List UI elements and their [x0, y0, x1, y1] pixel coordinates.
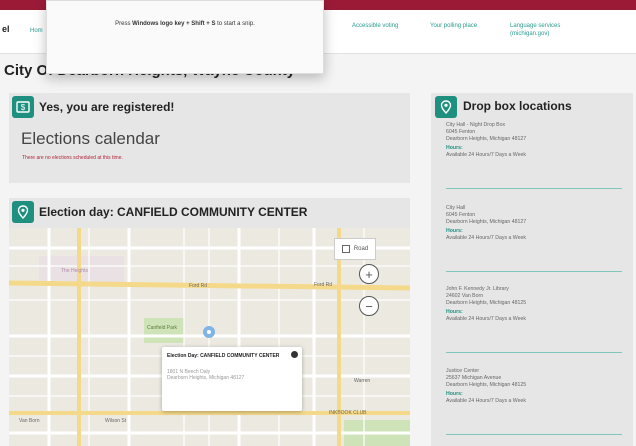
divider: [446, 188, 622, 189]
zoom-out-button[interactable]: −: [359, 296, 379, 316]
map-label: Warren: [354, 378, 371, 384]
map-layer-icon: [341, 245, 350, 253]
location-hours: Available 24 Hours/7 Days a Week: [446, 316, 526, 322]
location-street: 6045 Fenton: [446, 129, 476, 135]
location-street: 25637 Michigan Avenue: [446, 375, 502, 381]
hours-label: Hours:: [446, 228, 463, 234]
snip-tip-suffix: to start a snip.: [215, 21, 255, 27]
registration-status-heading: Yes, you are registered!: [39, 100, 175, 114]
zoom-in-button[interactable]: +: [359, 264, 379, 284]
location-city: Dearborn Heights, Michigan 48125: [446, 300, 527, 306]
popup-city-line: Dearborn Heights, Michigan 48127: [167, 375, 245, 381]
map-type-label: Road: [353, 246, 369, 252]
dropbox-location: City Hall 6045 Fenton Dearborn Heights, …: [446, 205, 626, 272]
location-name: City Hall: [446, 205, 466, 211]
location-city: Dearborn Heights, Michigan 48127: [446, 219, 527, 225]
dropbox-heading: Drop box locations: [463, 99, 572, 113]
map-label: Ford Rd: [314, 282, 333, 288]
map-info-popup: Election Day: CANFIELD COMMUNITY CENTER …: [162, 347, 302, 411]
map-label: Canfield Park: [147, 325, 178, 331]
nav-item-language-services[interactable]: Language services (michigan.gov): [510, 22, 590, 38]
polling-place-map[interactable]: The Heights Ford Rd Ford Rd Canfield Par…: [9, 228, 410, 446]
popup-title: Election Day: CANFIELD COMMUNITY CENTER: [167, 353, 280, 359]
dropbox-location: John F. Kennedy Jr. Library 24602 Van Bo…: [446, 286, 626, 353]
map-label: Van Born: [19, 418, 40, 424]
election-day-heading: Election day: CANFIELD COMMUNITY CENTER: [39, 205, 308, 219]
registration-card: $ Yes, you are registered! Elections cal…: [9, 93, 410, 183]
site-logo[interactable]: el: [2, 24, 10, 34]
map-label: The Heights: [61, 268, 88, 274]
location-street: 6045 Fenton: [446, 212, 476, 218]
map-label: Wilson St: [105, 418, 127, 424]
map-label: INKBOOK CLUB: [329, 410, 367, 416]
divider: [446, 352, 622, 353]
location-name: John F. Kennedy Jr. Library: [446, 286, 509, 292]
location-city: Dearborn Heights, Michigan 48127: [446, 136, 527, 142]
dropbox-location: City Hall - Night Drop Box 6045 Fenton D…: [446, 122, 626, 189]
location-street: 24602 Van Born: [446, 293, 484, 299]
location-hours: Available 24 Hours/7 Days a Week: [446, 235, 526, 241]
location-pin-icon: [435, 96, 457, 118]
map-type-button[interactable]: Road: [334, 238, 376, 260]
calendar-title: Elections calendar: [21, 129, 160, 148]
hours-label: Hours:: [446, 391, 463, 397]
dropbox-location: Justice Center 25637 Michigan Avenue Dea…: [446, 368, 626, 435]
divider: [446, 434, 622, 435]
location-name: City Hall - Night Drop Box: [446, 122, 506, 128]
hours-label: Hours:: [446, 145, 463, 151]
location-pin-icon: [12, 201, 34, 223]
svg-text:$: $: [21, 103, 26, 112]
divider: [446, 271, 622, 272]
close-icon[interactable]: [291, 351, 298, 358]
nav-item-polling-place[interactable]: Your polling place: [430, 22, 510, 30]
location-hours: Available 24 Hours/7 Days a Week: [446, 152, 526, 158]
location-city: Dearborn Heights, Michigan 48125: [446, 382, 527, 388]
hours-label: Hours:: [446, 309, 463, 315]
map-label: Ford Rd: [189, 283, 208, 289]
snip-tip-shortcut: Windows logo key + Shift + S: [132, 21, 216, 27]
snip-tip-prefix: Press: [115, 21, 133, 27]
nav-item-accessible-voting[interactable]: Accessible voting: [352, 22, 432, 30]
snip-tooltip: Press Windows logo key + Shift + S to st…: [46, 0, 324, 74]
location-name: Justice Center: [446, 368, 480, 374]
calendar-note: There are no elections scheduled at this…: [22, 155, 123, 161]
location-hours: Available 24 Hours/7 Days a Week: [446, 398, 526, 404]
id-card-icon: $: [12, 96, 34, 118]
